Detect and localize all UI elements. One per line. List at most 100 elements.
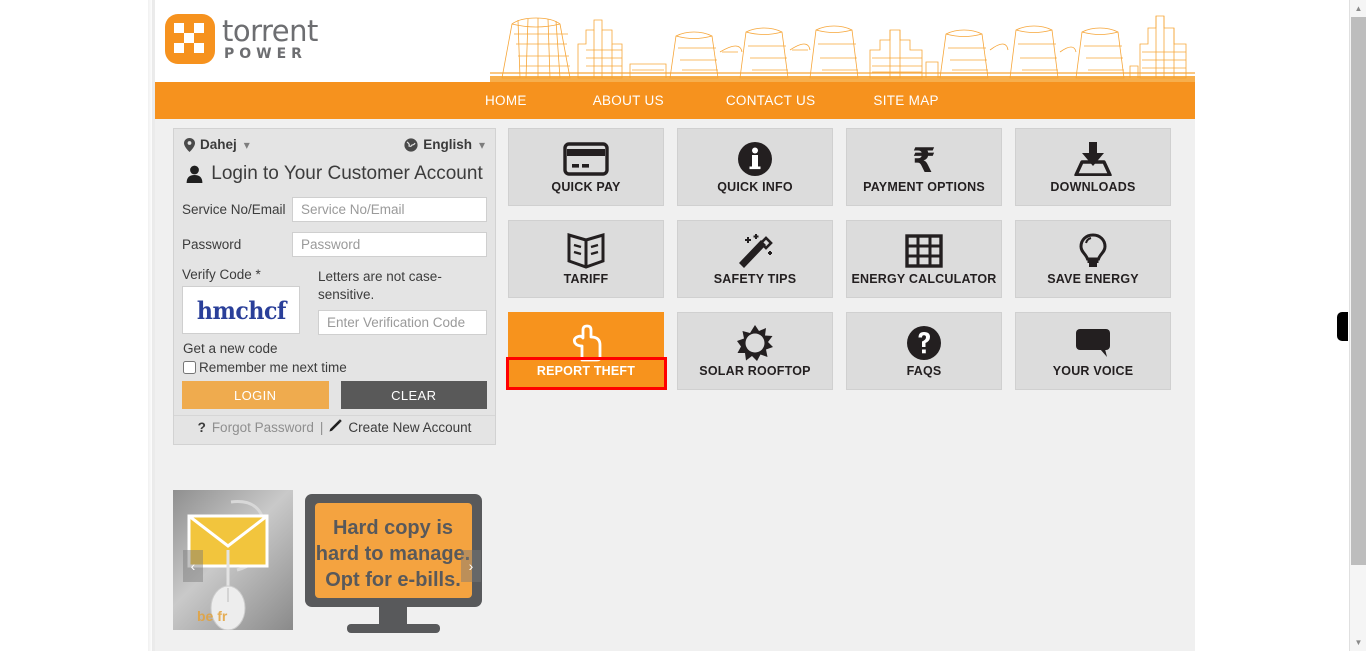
monitor-ebill-graphic-icon: Hard copy is hard to manage. Opt for e-b… <box>305 494 482 633</box>
site-logo[interactable]: torrent POWER <box>165 14 318 64</box>
city-name: Dahej <box>200 137 237 152</box>
tile-label: SOLAR ROOFTOP <box>699 364 811 378</box>
chevron-down-icon: ▾ <box>478 137 485 152</box>
carousel-prev-button[interactable]: ‹ <box>183 550 203 582</box>
forgot-password-link[interactable]: Forgot Password <box>212 420 314 435</box>
tile-label: QUICK INFO <box>717 180 793 194</box>
vertical-scrollbar[interactable]: ▲ ▼ <box>1349 0 1366 651</box>
main-navigation: HOME ABOUT US CONTACT US SITE MAP <box>155 82 1195 119</box>
svg-text:Opt for e-bills.: Opt for e-bills. <box>325 569 461 591</box>
tile-label: QUICK PAY <box>551 180 621 194</box>
case-sensitivity-note: Letters are not case-sensitive. <box>318 269 442 302</box>
question-circle-icon <box>906 324 942 362</box>
tile-save-energy[interactable]: SAVE ENERGY <box>1015 220 1171 298</box>
service-input[interactable] <box>292 197 487 222</box>
svg-text:Hard copy is: Hard copy is <box>333 517 453 539</box>
captcha-image: hmchcf <box>182 286 300 334</box>
pencil-icon <box>329 419 343 435</box>
carousel-slide-ebill[interactable]: Hard copy is hard to manage. Opt for e-b… <box>301 490 486 642</box>
rupee-icon: ₹ <box>909 140 939 178</box>
tile-tariff[interactable]: TARIFF <box>508 220 664 298</box>
page-left-shadow <box>148 0 153 651</box>
tile-energy-calculator[interactable]: ENERGY CALCULATOR <box>846 220 1002 298</box>
remember-me-checkbox[interactable] <box>183 361 196 374</box>
tile-label: DOWNLOADS <box>1050 180 1136 194</box>
language-name: English <box>423 137 472 152</box>
nav-item-contact-us[interactable]: CONTACT US <box>726 93 816 108</box>
page-container: torrent POWER HOME ABOUT US CONTACT US S… <box>155 0 1195 651</box>
svg-text:hard to manage.: hard to manage. <box>316 543 470 565</box>
tile-label: SAVE ENERGY <box>1047 272 1139 286</box>
verification-code-input[interactable] <box>318 310 487 335</box>
tile-label: FAQS <box>906 364 942 378</box>
link-separator: | <box>319 419 324 435</box>
language-selector[interactable]: English ▾ <box>404 137 485 152</box>
scroll-down-arrow-icon[interactable]: ▼ <box>1350 634 1366 651</box>
tile-quick-info[interactable]: QUICK INFO <box>677 128 833 206</box>
magic-wand-icon <box>735 232 775 270</box>
login-title-text: Login to Your Customer Account <box>211 163 483 184</box>
logo-wordmark: torrent <box>222 14 318 48</box>
tile-payment-options[interactable]: ₹ PAYMENT OPTIONS <box>846 128 1002 206</box>
site-header: torrent POWER <box>155 0 1195 82</box>
login-button[interactable]: LOGIN <box>182 381 329 409</box>
scroll-up-arrow-icon[interactable]: ▲ <box>1350 0 1366 17</box>
password-input[interactable] <box>292 232 487 257</box>
svg-text:₹: ₹ <box>912 141 936 177</box>
login-panel: Dahej ▾ English ▾ Login to Your Customer… <box>173 128 496 445</box>
get-new-code-link[interactable]: Get a new code <box>174 335 495 358</box>
scrollbar-thumb[interactable] <box>1351 17 1366 565</box>
captcha-text: hmchcf <box>196 295 286 325</box>
speech-bubble-icon <box>1074 324 1112 362</box>
sun-icon <box>736 324 774 362</box>
download-icon <box>1072 140 1114 178</box>
globe-icon <box>404 137 418 152</box>
service-label: Service No/Email <box>182 202 286 217</box>
login-links-row: ? Forgot Password | Create New Account <box>174 415 495 444</box>
tile-label: REPORT THEFT <box>536 364 636 378</box>
tile-label: PAYMENT OPTIONS <box>863 180 985 194</box>
service-field-row: Service No/Email <box>174 197 495 232</box>
browser-viewport: torrent POWER HOME ABOUT US CONTACT US S… <box>0 0 1366 651</box>
question-mark-icon: ? <box>197 419 206 435</box>
logo-subwordmark: POWER <box>224 46 307 62</box>
chevron-down-icon: ▾ <box>243 137 250 152</box>
nav-item-about-us[interactable]: ABOUT US <box>593 93 664 108</box>
verify-code-row: Verify Code * hmchcf Letters are not cas… <box>174 267 495 335</box>
tile-label: TARIFF <box>563 272 609 286</box>
clear-button[interactable]: CLEAR <box>340 381 487 409</box>
quick-links-tile-grid: QUICK PAY QUICK INFO ₹ PAYMENT OPTIONS D… <box>506 128 1172 390</box>
remember-me-row: Remember me next time <box>174 358 495 381</box>
tile-report-theft[interactable]: REPORT THEFT <box>506 312 667 390</box>
carousel-slide1-caption: be fr <box>197 608 228 624</box>
nav-item-site-map[interactable]: SITE MAP <box>873 93 938 108</box>
tile-downloads[interactable]: DOWNLOADS <box>1015 128 1171 206</box>
tile-label: ENERGY CALCULATOR <box>851 272 997 286</box>
tile-label: YOUR VOICE <box>1052 364 1134 378</box>
city-selector[interactable]: Dahej ▾ <box>184 137 250 152</box>
login-buttons-row: LOGIN CLEAR <box>174 381 495 415</box>
create-new-account-link[interactable]: Create New Account <box>348 420 471 435</box>
tile-faqs[interactable]: FAQS <box>846 312 1002 390</box>
remember-me-label: Remember me next time <box>199 360 347 375</box>
credit-card-icon <box>563 140 609 178</box>
login-panel-title: Login to Your Customer Account <box>174 156 495 197</box>
nav-item-home[interactable]: HOME <box>485 93 527 108</box>
power-plant-skyline-illustration <box>490 15 1195 82</box>
tile-your-voice[interactable]: YOUR VOICE <box>1015 312 1171 390</box>
grid-table-icon <box>905 232 943 270</box>
carousel-next-button[interactable]: › <box>461 550 481 582</box>
pointing-hand-icon <box>569 324 603 362</box>
password-field-row: Password <box>174 232 495 267</box>
info-circle-icon <box>737 140 773 178</box>
light-bulb-icon <box>1078 232 1108 270</box>
tile-safety-tips[interactable]: SAFETY TIPS <box>677 220 833 298</box>
tile-quick-pay[interactable]: QUICK PAY <box>508 128 664 206</box>
edge-side-tab[interactable] <box>1337 312 1348 341</box>
open-book-icon <box>566 232 606 270</box>
promo-carousel: be fr Hard copy is hard to manage. Opt f… <box>173 490 486 642</box>
password-label: Password <box>182 237 242 252</box>
torrent-logo-mark-icon <box>165 14 215 64</box>
tile-solar-rooftop[interactable]: SOLAR ROOFTOP <box>677 312 833 390</box>
location-pin-icon <box>184 137 195 152</box>
